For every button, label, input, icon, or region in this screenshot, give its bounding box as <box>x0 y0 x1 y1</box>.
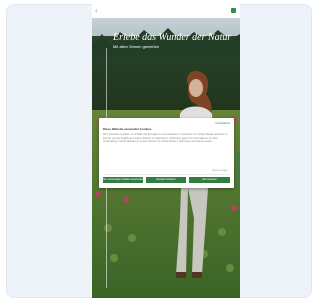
cookie-dialog-title: Diese Website verwendet Cookies <box>103 127 152 131</box>
hero-headline: Erlebe das Wunder der Natur <box>113 32 232 43</box>
divider <box>103 174 230 175</box>
cookie-provider-logo: Cookiebot <box>215 121 230 125</box>
cookie-dialog-body: Wir verwenden Cookies, um Inhalte und An… <box>103 133 228 143</box>
side-tab[interactable] <box>237 152 240 188</box>
square-icon <box>231 8 236 13</box>
hero-subline: Mit allen Sinnen genießen <box>113 44 160 49</box>
deny-button[interactable]: Nur notwendige Cookies verwenden <box>103 177 143 183</box>
details-link[interactable]: Details zeigen <box>212 169 228 172</box>
chevron-left-icon[interactable]: ‹ <box>95 7 103 15</box>
cookie-consent-dialog: Cookiebot Diese Website verwendet Cookie… <box>99 118 234 188</box>
top-bar: ‹ <box>92 4 240 18</box>
allow-all-button[interactable]: Alle zulassen <box>189 177 230 183</box>
allow-selection-button[interactable]: Auswahl erlauben <box>146 177 186 183</box>
